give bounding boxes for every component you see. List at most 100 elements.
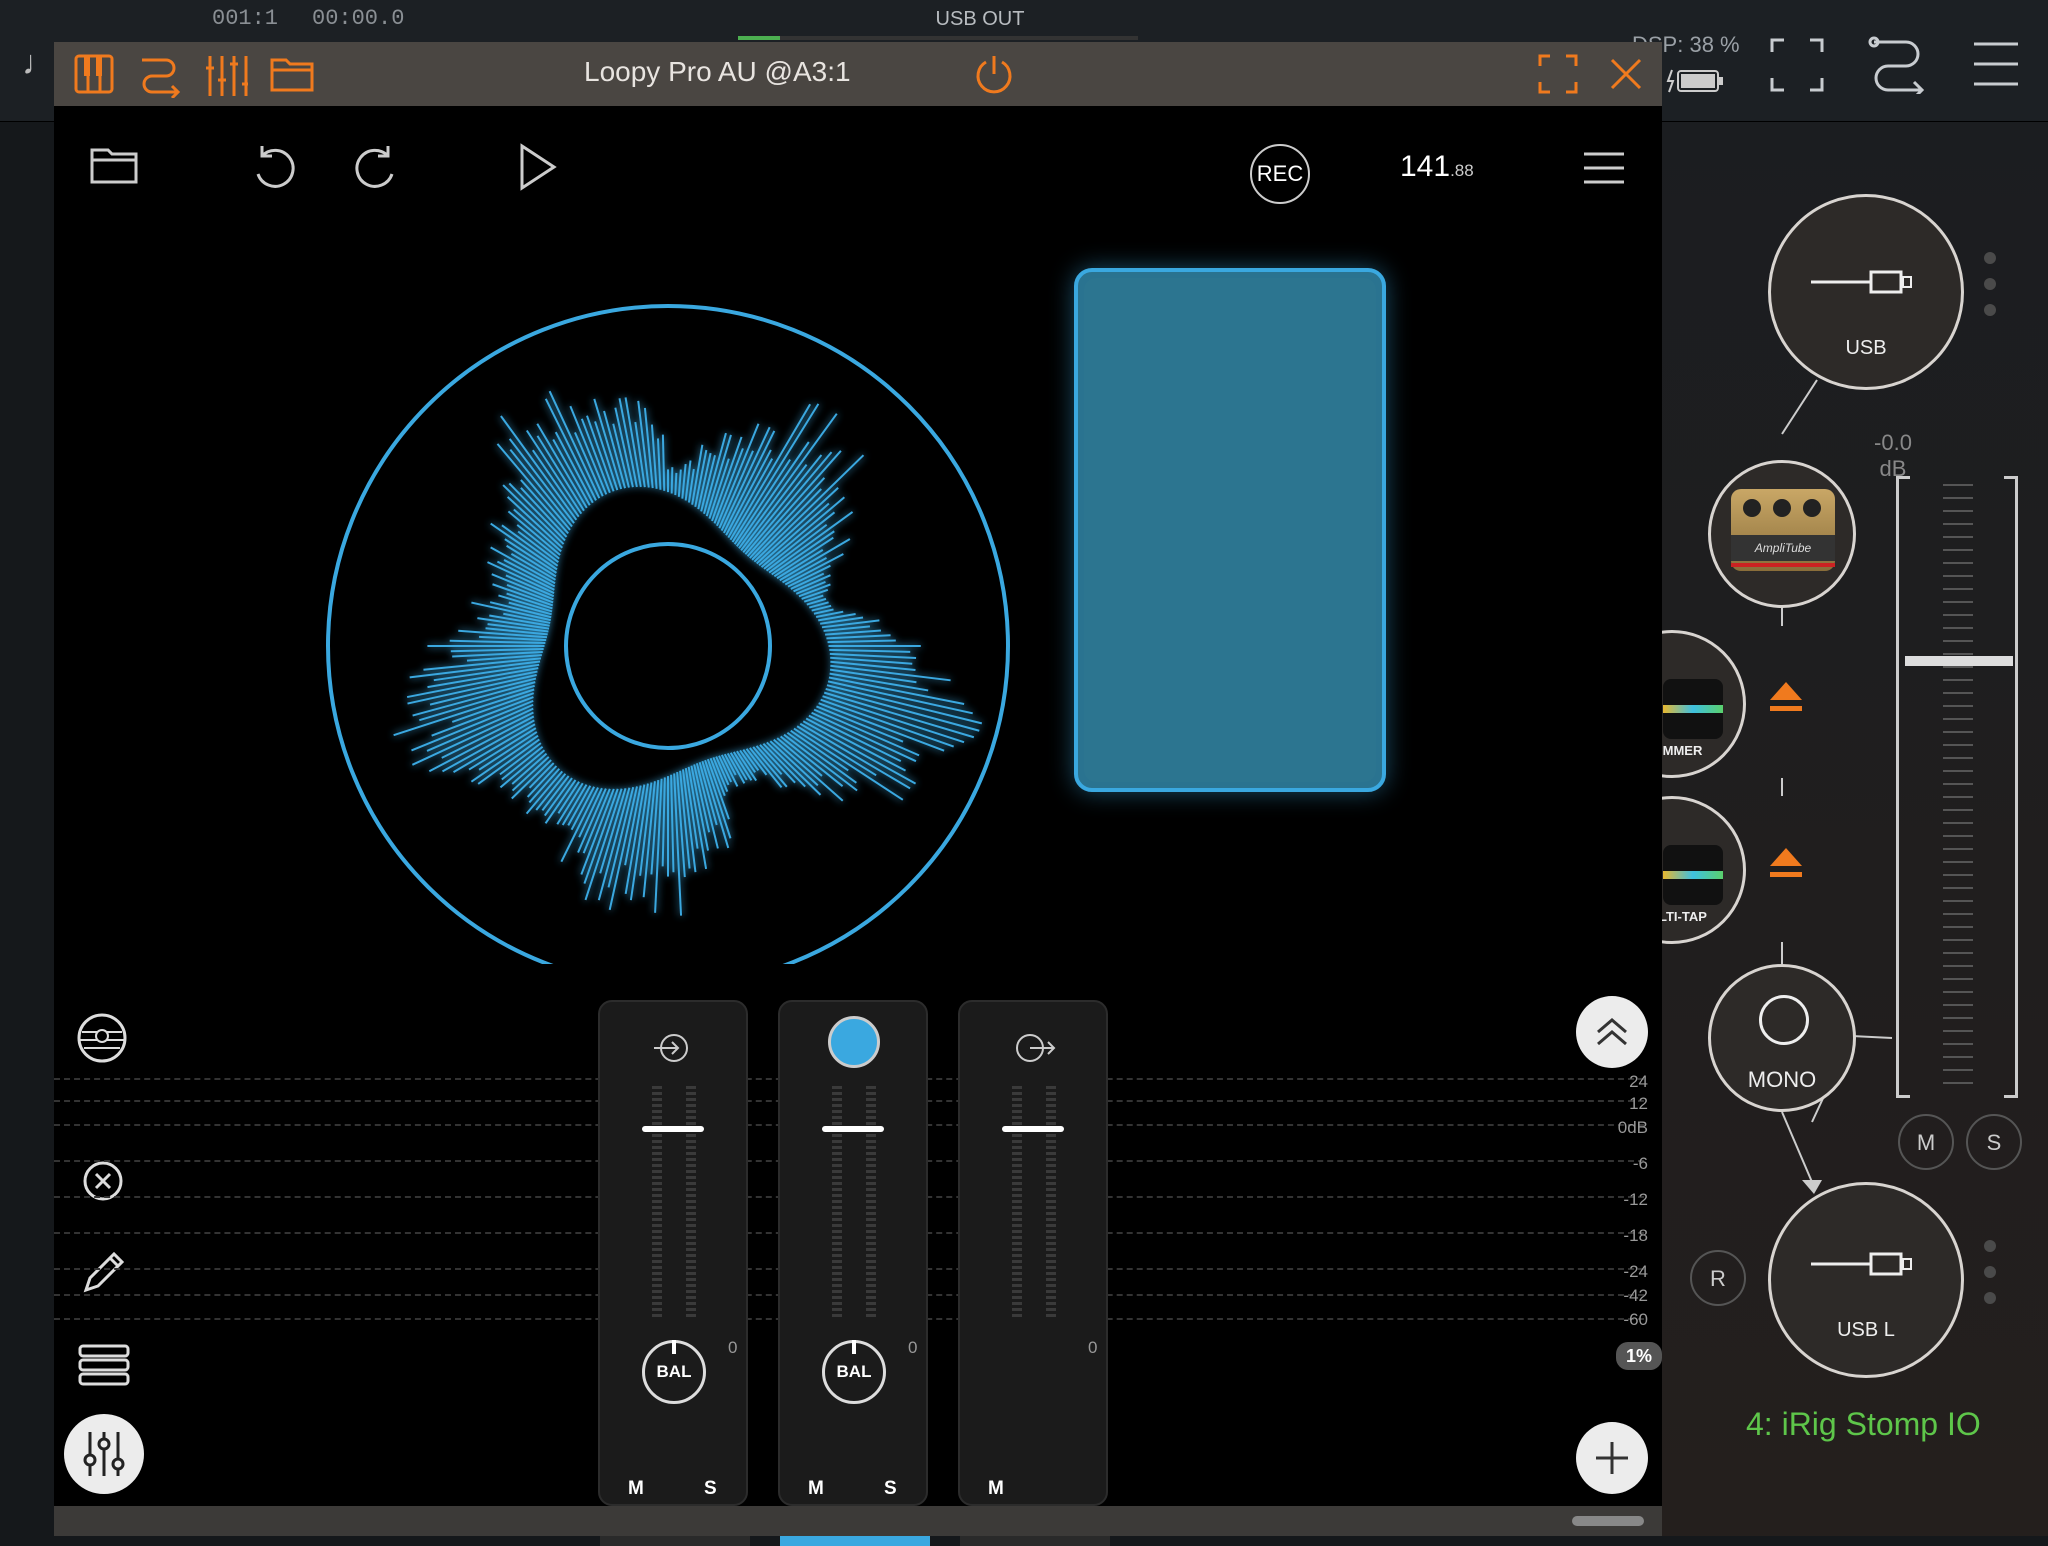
shimmer-label: IMMER (1659, 743, 1703, 758)
vinyl-icon[interactable] (76, 1012, 128, 1064)
close-icon[interactable] (1608, 56, 1644, 92)
keyboard-icon[interactable] (74, 54, 114, 94)
folder-icon[interactable] (90, 146, 140, 186)
db-label: -42 (1623, 1286, 1648, 1305)
level-meter (652, 1086, 662, 1318)
empty-clip-pad[interactable] (1074, 268, 1386, 792)
usb-input-label: USB (1845, 337, 1887, 359)
loop-clip-ring[interactable] (326, 264, 1026, 964)
host-node-panel: USB AmpliTube IMMER LTI-TAP MONO -0.0 dB… (1598, 122, 2048, 1536)
solo-button[interactable]: S (884, 1478, 897, 1500)
time-position: 00:00.0 (312, 6, 405, 31)
layers-icon[interactable] (78, 1344, 130, 1388)
channel-strip-blue: 0 BAL M S BLUE (778, 1000, 930, 1546)
output-volume-readout: -0.0 dB (1874, 430, 1912, 481)
routing-icon[interactable] (138, 54, 182, 98)
jack-icon (1811, 1252, 1912, 1276)
usb-input-node[interactable]: USB (1768, 194, 1964, 390)
output-icon[interactable] (1010, 1024, 1058, 1072)
tempo-display[interactable]: 141.88 (1400, 150, 1474, 184)
mute-button[interactable]: M (808, 1478, 824, 1500)
mute-button[interactable]: M (628, 1478, 644, 1500)
collapse-button[interactable] (1576, 996, 1648, 1068)
plugin-titlebar: Loopy Pro AU @A3:1 (54, 42, 1662, 106)
fader-zero-label: 0 (1088, 1338, 1098, 1357)
level-meter (832, 1086, 842, 1318)
volume-fader[interactable] (1002, 1126, 1064, 1132)
record-button[interactable]: R (1690, 1250, 1746, 1306)
mixer-icon[interactable] (204, 54, 248, 98)
volume-fader[interactable] (822, 1126, 884, 1132)
plugin-window: Loopy Pro AU @A3:1 REC 141.88 24 12 0dB … (54, 42, 1662, 1546)
folder-icon[interactable] (270, 56, 314, 92)
solo-button[interactable]: S (704, 1478, 717, 1500)
redo-icon[interactable] (350, 140, 400, 194)
fader-zero-label: 0 (908, 1338, 918, 1357)
level-meter (1046, 1086, 1056, 1318)
port-dot (1984, 1292, 1996, 1304)
db-label: 24 (1629, 1072, 1648, 1091)
level-meter (866, 1086, 876, 1318)
solo-button[interactable]: S (1966, 1114, 2022, 1170)
channel-strip-eingang: 0 BAL M S EINGANG (598, 1000, 750, 1546)
channel-strip-master: 0 M MASTER (958, 1000, 1110, 1546)
db-label: 12 (1629, 1094, 1648, 1113)
play-icon[interactable] (516, 142, 560, 192)
add-channel-button[interactable] (1576, 1422, 1648, 1494)
mute-button[interactable]: M (1898, 1114, 1954, 1170)
undo-icon[interactable] (250, 140, 300, 194)
resize-handle[interactable] (1572, 1516, 1644, 1526)
port-dot (1984, 252, 1996, 264)
mute-button[interactable]: M (988, 1478, 1004, 1500)
volume-fader[interactable] (642, 1126, 704, 1132)
level-meter (686, 1086, 696, 1318)
menu-icon[interactable] (1582, 150, 1626, 186)
mono-label: MONO (1747, 1067, 1817, 1092)
db-label: -6 (1632, 1154, 1648, 1173)
bar-position: 001:1 (212, 6, 279, 31)
fullscreen-icon[interactable] (1770, 38, 1824, 92)
chevron-up-icon (1597, 1018, 1627, 1046)
record-button[interactable]: REC (1250, 144, 1310, 204)
input-icon[interactable] (650, 1024, 698, 1072)
power-icon[interactable] (972, 52, 1016, 96)
chain-name: 4: iRig Stomp IO (1746, 1406, 1981, 1442)
mono-icon (1759, 995, 1809, 1045)
routing-icon[interactable] (1868, 34, 1928, 94)
multitap-label: LTI-TAP (1659, 909, 1707, 924)
pencil-icon[interactable] (82, 1250, 126, 1294)
level-meter (1012, 1086, 1022, 1318)
mixer-toggle-button[interactable] (64, 1414, 144, 1494)
usb-output-node[interactable]: USB L (1768, 1182, 1964, 1378)
mono-node[interactable]: MONO (1708, 964, 1856, 1112)
menu-icon[interactable] (1972, 40, 2020, 88)
eject-icon[interactable] (1766, 678, 1806, 718)
db-label: -60 (1623, 1310, 1648, 1329)
amplitube-node[interactable]: AmpliTube (1708, 460, 1856, 608)
db-label: 0dB (1617, 1118, 1648, 1137)
eject-icon[interactable] (1766, 844, 1806, 884)
plugin-bottom-bar (54, 1506, 1662, 1536)
cpu-badge: 1% (1616, 1342, 1662, 1370)
usb-output-label: USB L (1837, 1319, 1895, 1341)
note-icon[interactable]: ♩ (22, 44, 56, 83)
color-swatch-icon[interactable] (828, 1016, 880, 1068)
plus-icon (1596, 1442, 1628, 1474)
fader-zero-label: 0 (728, 1338, 738, 1357)
port-dot (1984, 278, 1996, 290)
port-dot (1984, 1266, 1996, 1278)
port-dot (1984, 1240, 1996, 1252)
jack-icon (1811, 270, 1912, 294)
db-label: -24 (1623, 1262, 1648, 1281)
level-meter (738, 36, 1138, 40)
balance-indicator (672, 1340, 676, 1354)
battery-icon (1666, 69, 1723, 93)
output-volume-fader[interactable] (1896, 476, 2018, 1098)
port-dot (1984, 304, 1996, 316)
db-label: -12 (1623, 1190, 1648, 1209)
waveform-icon (1663, 845, 1723, 905)
host-title: USB OUT (935, 8, 1025, 30)
balance-indicator (852, 1340, 856, 1354)
fullscreen-icon[interactable] (1538, 54, 1578, 94)
fader-handle[interactable] (1905, 656, 2013, 666)
